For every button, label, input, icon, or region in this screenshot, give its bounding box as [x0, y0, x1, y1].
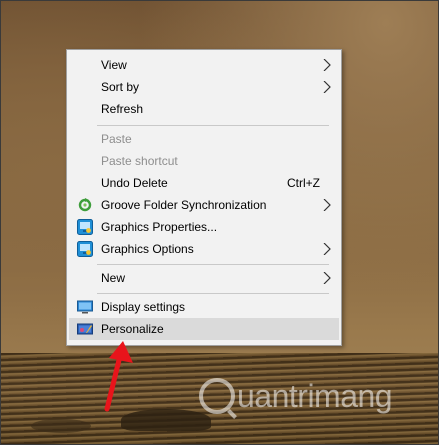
- screenshot-frame: uantrimang View Sort by Refresh Paste Pa…: [0, 0, 439, 445]
- red-arrow-annotation: [104, 341, 133, 412]
